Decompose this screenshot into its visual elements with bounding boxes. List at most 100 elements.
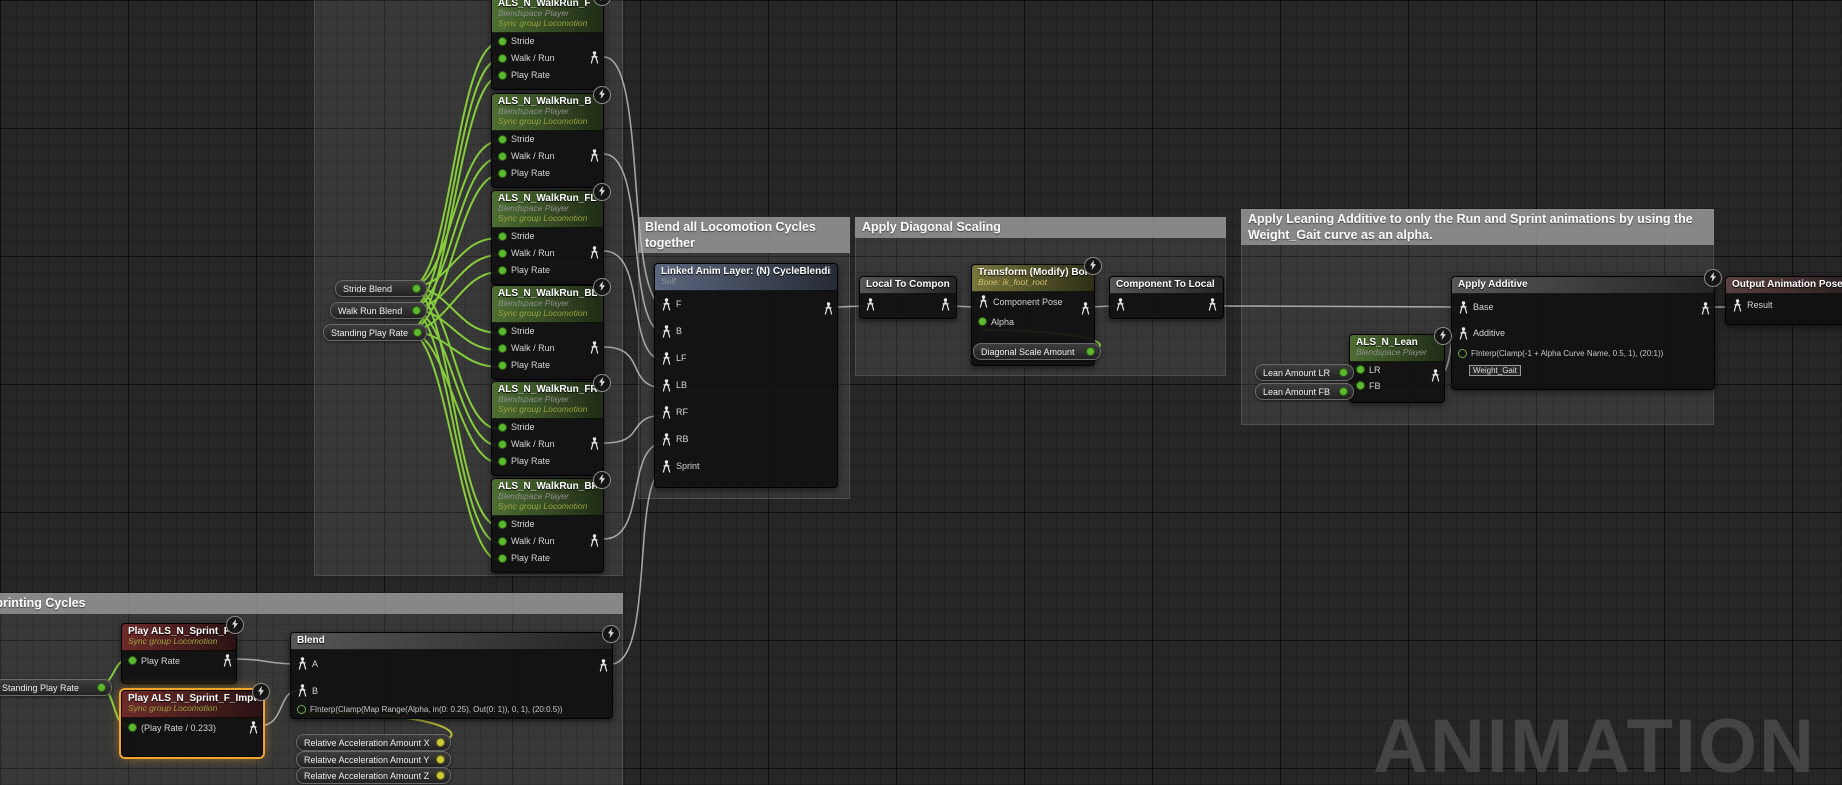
node-als-n-walkrun-b[interactable]: ALS_N_WalkRun_B Blendspace Player Sync g…: [491, 93, 604, 188]
float-output-pin[interactable]: [413, 328, 422, 337]
pose-input-pin[interactable]: [865, 298, 876, 311]
fast-path-icon: [593, 86, 611, 104]
var-label: Standing Play Rate: [2, 683, 79, 693]
float-output-pin[interactable]: [436, 755, 445, 764]
pose-output-pin[interactable]: [598, 659, 609, 677]
node-blend[interactable]: Blend A B FInterp(Clamp(Map Range(Alpha,…: [290, 632, 613, 719]
node-als-n-walkrun-br[interactable]: ALS_N_WalkRun_BR Blendspace Player Sync …: [491, 478, 604, 573]
float-output-pin[interactable]: [97, 683, 106, 692]
pose-output-pin[interactable]: [589, 534, 600, 552]
pin-walk-run[interactable]: Walk / Run: [492, 436, 603, 453]
pin-walk-run[interactable]: Walk / Run: [492, 533, 603, 550]
node-apply-additive[interactable]: Apply Additive Base Additive FInterp(Cla…: [1451, 276, 1715, 390]
var-standing-play-rate[interactable]: Standing Play Rate: [323, 324, 427, 341]
node-als-n-walkrun-fr[interactable]: ALS_N_WalkRun_FR Blendspace Player Sync …: [491, 381, 604, 476]
pin-play-rate[interactable]: Play Rate: [122, 651, 236, 671]
var-lean-amount-lr[interactable]: Lean Amount LR: [1255, 364, 1354, 381]
pin-component-pose[interactable]: Component Pose: [972, 292, 1094, 312]
node-play-als-n-sprint-f[interactable]: Play ALS_N_Sprint_F Sync group Locomotio…: [121, 623, 237, 684]
float-output-pin[interactable]: [1339, 368, 1348, 377]
node-header: ALS_N_WalkRun_B Blendspace Player Sync g…: [492, 94, 603, 131]
pin-alpha-expression[interactable]: FInterp(Clamp(-1 + Alpha Curve Name, 0.5…: [1452, 346, 1714, 360]
pin-play-rate[interactable]: Play Rate: [492, 453, 603, 470]
pose-output-pin[interactable]: [248, 721, 259, 739]
pin-base[interactable]: Base: [1452, 294, 1714, 320]
pin-b[interactable]: B: [291, 677, 612, 704]
pin-stride[interactable]: Stride: [492, 131, 603, 148]
pin-stride[interactable]: Stride: [492, 33, 603, 50]
node-header: Linked Anim Layer: (N) CycleBlending Sel…: [655, 264, 837, 291]
pin-walk-run[interactable]: Walk / Run: [492, 50, 603, 67]
comment-title[interactable]: Blend all Locomotion Cycles together: [638, 217, 850, 253]
pose-output-pin[interactable]: [1080, 302, 1091, 320]
pin-play-rate[interactable]: Play Rate: [492, 165, 603, 182]
pin-alpha[interactable]: Alpha: [972, 312, 1094, 332]
pin-additive[interactable]: Additive: [1452, 320, 1714, 346]
node-play-als-n-sprint-f-impulse[interactable]: Play ALS_N_Sprint_F_Impulse Sync group L…: [121, 690, 263, 757]
node-als-n-walkrun-bl[interactable]: ALS_N_WalkRun_BL Blendspace Player Sync …: [491, 285, 604, 380]
float-output-pin[interactable]: [436, 771, 445, 780]
pose-output-pin[interactable]: [589, 246, 600, 264]
pose-output-pin[interactable]: [1700, 302, 1711, 320]
pin-lf[interactable]: LF: [655, 345, 837, 372]
animgraph-canvas[interactable]: Blend all Locomotion Cycles together App…: [0, 0, 1842, 785]
pin-walk-run[interactable]: Walk / Run: [492, 245, 603, 262]
pin-play-rate[interactable]: Play Rate: [492, 357, 603, 374]
var-label: Diagonal Scale Amount: [981, 347, 1075, 357]
pin-play-rate[interactable]: Play Rate: [492, 67, 603, 84]
pin-play-rate[interactable]: Play Rate: [492, 262, 603, 279]
pin-alpha-expression[interactable]: FInterp(Clamp(Map Range(Alpha, in(0: 0.2…: [291, 704, 612, 714]
float-output-pin[interactable]: [436, 738, 445, 747]
pin-rb[interactable]: RB: [655, 426, 837, 453]
var-relative-acceleration-y[interactable]: Relative Acceleration Amount Y: [296, 751, 451, 768]
pose-output-pin[interactable]: [589, 341, 600, 359]
comment-title[interactable]: Sprinting Cycles: [0, 593, 623, 614]
pose-output-pin[interactable]: [1430, 369, 1441, 387]
float-output-pin[interactable]: [412, 284, 421, 293]
node-component-to-local[interactable]: Component To Local: [1109, 276, 1224, 319]
pin-stride[interactable]: Stride: [492, 228, 603, 245]
float-output-pin[interactable]: [1339, 387, 1348, 396]
var-walk-run-blend[interactable]: Walk Run Blend: [330, 302, 427, 319]
node-als-n-lean[interactable]: ALS_N_Lean Blendspace Player LR FB: [1349, 334, 1445, 403]
node-als-n-walkrun-f[interactable]: ALS_N_WalkRun_F Blendspace Player Sync g…: [491, 0, 604, 90]
pose-input-pin[interactable]: [1115, 298, 1126, 311]
pin-play-rate[interactable]: (Play Rate / 0.233): [122, 718, 262, 738]
pin-play-rate[interactable]: Play Rate: [492, 550, 603, 567]
pose-output-pin[interactable]: [589, 437, 600, 455]
node-local-to-component[interactable]: Local To Component: [859, 276, 957, 319]
pin-result[interactable]: Result: [1726, 294, 1842, 316]
pose-output-pin[interactable]: [823, 302, 834, 320]
var-relative-acceleration-x[interactable]: Relative Acceleration Amount X: [296, 734, 451, 751]
pose-output-pin[interactable]: [589, 51, 600, 69]
pin-stride[interactable]: Stride: [492, 323, 603, 340]
node-linked-anim-layer[interactable]: Linked Anim Layer: (N) CycleBlending Sel…: [654, 263, 838, 488]
pin-lb[interactable]: LB: [655, 372, 837, 399]
node-header: ALS_N_WalkRun_BR Blendspace Player Sync …: [492, 479, 603, 516]
pin-walk-run[interactable]: Walk / Run: [492, 340, 603, 357]
var-relative-acceleration-z[interactable]: Relative Acceleration Amount Z: [296, 767, 451, 784]
var-lean-amount-fb[interactable]: Lean Amount FB: [1255, 383, 1354, 400]
var-stride-blend[interactable]: Stride Blend: [335, 280, 427, 297]
pose-output-pin[interactable]: [222, 654, 233, 672]
var-standing-play-rate-2[interactable]: Standing Play Rate: [0, 679, 112, 696]
pin-b[interactable]: B: [655, 318, 837, 345]
var-diagonal-scale-amount[interactable]: Diagonal Scale Amount: [973, 343, 1101, 360]
pose-output-pin[interactable]: [1207, 298, 1218, 311]
node-als-n-walkrun-fl[interactable]: ALS_N_WalkRun_FL Blendspace Player Sync …: [491, 190, 604, 285]
pin-rf[interactable]: RF: [655, 399, 837, 426]
float-output-pin[interactable]: [412, 306, 421, 315]
pose-output-pin[interactable]: [940, 298, 951, 311]
node-output-animation-pose[interactable]: Output Animation Pose Result: [1725, 276, 1842, 325]
pin-stride[interactable]: Stride: [492, 516, 603, 533]
pin-sprint[interactable]: Sprint: [655, 453, 837, 480]
pin-walk-run[interactable]: Walk / Run: [492, 148, 603, 165]
pin-a[interactable]: A: [291, 650, 612, 677]
pin-stride[interactable]: Stride: [492, 419, 603, 436]
var-label: Relative Acceleration Amount Y: [304, 755, 429, 765]
pin-f[interactable]: F: [655, 291, 837, 318]
comment-title[interactable]: Apply Diagonal Scaling: [855, 217, 1226, 238]
comment-title[interactable]: Apply Leaning Additive to only the Run a…: [1241, 209, 1714, 245]
pose-output-pin[interactable]: [589, 149, 600, 167]
float-output-pin[interactable]: [1086, 347, 1095, 356]
